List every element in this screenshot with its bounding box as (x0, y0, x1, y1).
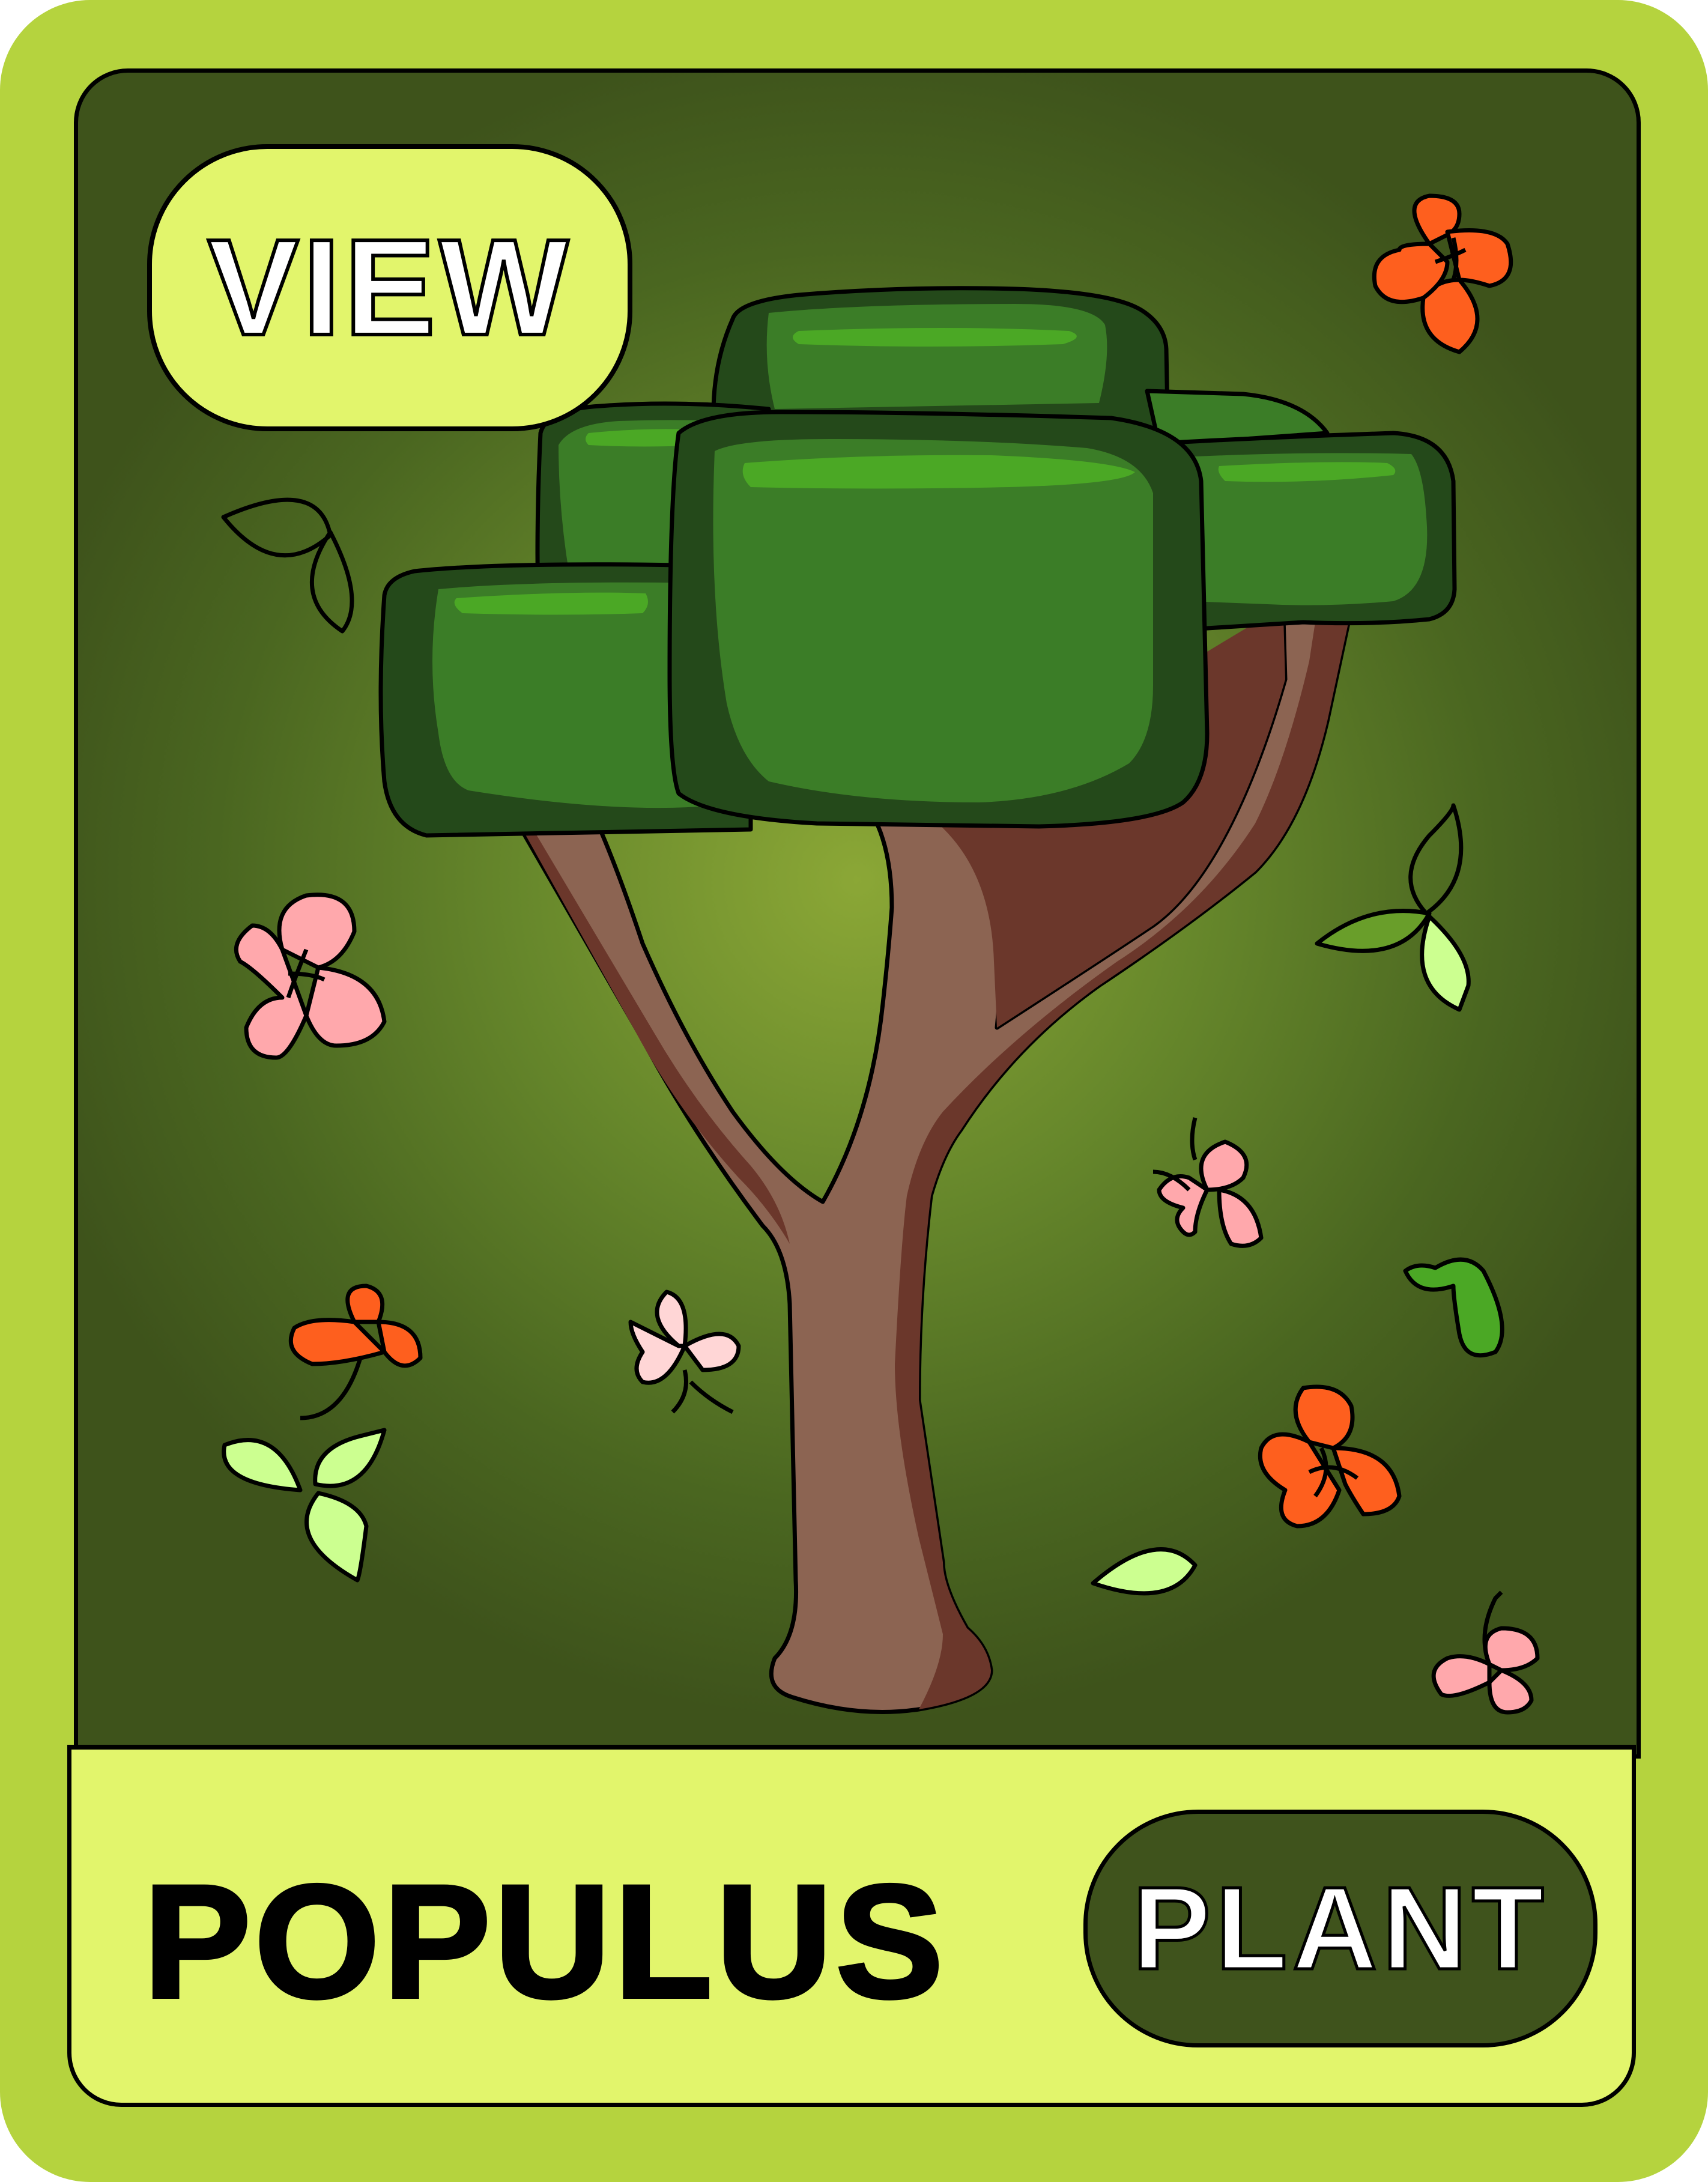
plant-button[interactable]: PLANT (1083, 1810, 1597, 2047)
view-button[interactable]: VIEW (147, 144, 632, 431)
plant-button-label: PLANT (1131, 1862, 1549, 1994)
card-footer: POPULUS PLANT (67, 1745, 1636, 2107)
view-button-label: VIEW (206, 211, 572, 364)
plant-card: VIEW POPULUS PLANT (0, 0, 1708, 2182)
card-name: POPULUS (142, 1851, 947, 2031)
